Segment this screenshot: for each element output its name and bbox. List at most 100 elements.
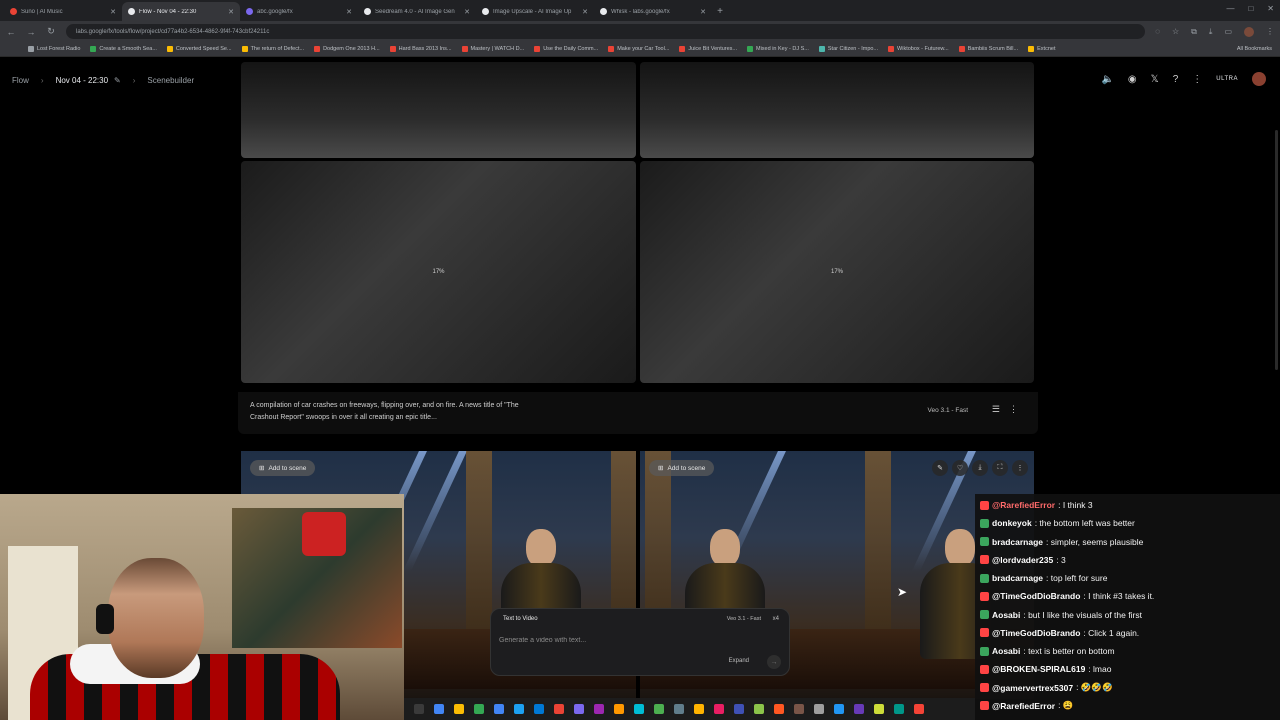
star-icon[interactable]: ☆ xyxy=(1172,27,1179,36)
bookmark-item[interactable]: Juice Bit Ventures... xyxy=(679,46,737,52)
bookmark-item[interactable]: Hard Bass 2013 Ins... xyxy=(389,46,452,52)
bookmark-item[interactable]: Mastery | WATCH D... xyxy=(461,46,524,52)
prompt-input[interactable] xyxy=(499,633,699,647)
taskbar-app-icon[interactable] xyxy=(714,704,724,714)
download-icon[interactable]: ⤓ xyxy=(972,460,988,476)
help-icon[interactable]: ? xyxy=(1173,74,1179,85)
close-tab-icon[interactable]: ✕ xyxy=(700,8,706,16)
close-window-icon[interactable]: ✕ xyxy=(1267,4,1274,13)
browser-tab[interactable]: Suno | AI Music ✕ xyxy=(4,2,122,21)
close-tab-icon[interactable]: ✕ xyxy=(110,8,116,16)
taskbar-app-icon[interactable] xyxy=(854,704,864,714)
prompt-text[interactable]: A compilation of car crashes on freeways… xyxy=(250,400,540,424)
bookmark-item[interactable]: Wiktobox - Futurew... xyxy=(888,46,949,52)
video-tile-generating[interactable]: 17% xyxy=(241,161,636,383)
taskbar-app-icon[interactable] xyxy=(814,704,824,714)
bookmark-item[interactable]: Create a Smooth Sea... xyxy=(90,46,157,52)
taskbar-app-icon[interactable] xyxy=(534,704,544,714)
bookmark-item[interactable]: Extcnet xyxy=(1028,46,1055,52)
breadcrumb-scenebuilder[interactable]: Scenebuilder xyxy=(147,76,194,85)
close-tab-icon[interactable]: ✕ xyxy=(228,8,234,16)
browser-tab[interactable]: Image Upscale - AI Image Up ✕ xyxy=(476,2,594,21)
browser-tab[interactable]: Whisk - labs.google/fx ✕ xyxy=(594,2,712,21)
all-bookmarks-link[interactable]: All Bookmarks xyxy=(1237,46,1272,52)
expand-button[interactable]: Expand xyxy=(729,658,749,664)
x-twitter-icon[interactable]: 𝕏 xyxy=(1151,74,1159,85)
profile-avatar[interactable] xyxy=(1244,26,1254,37)
maximize-icon[interactable]: □ xyxy=(1248,4,1253,13)
bookmark-item[interactable]: Bambiis Scrum Bill... xyxy=(958,46,1018,52)
bookmark-item[interactable]: Dodgem One 2013 H... xyxy=(314,46,380,52)
taskbar-app-icon[interactable] xyxy=(754,704,764,714)
taskbar-app-icon[interactable] xyxy=(734,704,744,714)
taskbar-app-icon[interactable] xyxy=(914,704,924,714)
extensions-icon[interactable]: ⧉ xyxy=(1191,27,1197,37)
back-icon[interactable]: ← xyxy=(6,27,16,37)
edit-pencil-icon[interactable]: ✎ xyxy=(114,76,121,85)
taskbar-app-icon[interactable] xyxy=(874,704,884,714)
taskbar-app-icon[interactable] xyxy=(574,704,584,714)
more-vert-icon[interactable]: ⋮ xyxy=(1192,74,1202,85)
browser-tab[interactable]: Flow - Nov 04 - 22:30 ✕ xyxy=(122,2,240,21)
taskbar-app-icon[interactable] xyxy=(894,704,904,714)
taskbar-app-icon[interactable] xyxy=(694,704,704,714)
scrollbar[interactable] xyxy=(1275,130,1278,370)
tune-icon[interactable]: ☰ xyxy=(992,404,1000,415)
user-avatar[interactable] xyxy=(1252,72,1266,86)
add-to-scene-button[interactable]: ⊞ Add to scene xyxy=(250,460,316,476)
send-arrow-icon[interactable]: → xyxy=(767,655,781,669)
taskbar-app-icon[interactable] xyxy=(434,704,444,714)
taskbar-app-icon[interactable] xyxy=(794,704,804,714)
browser-menu-icon[interactable]: ⋮ xyxy=(1266,27,1274,36)
video-tile[interactable] xyxy=(241,62,636,158)
speaker-icon[interactable]: 🔈 xyxy=(1101,74,1113,85)
model-selector[interactable]: Veo 3.1 - Fast xyxy=(727,616,761,622)
taskbar-app-icon[interactable] xyxy=(634,704,644,714)
download-icon[interactable]: ⤓ xyxy=(1209,27,1213,37)
close-tab-icon[interactable]: ✕ xyxy=(346,8,352,16)
more-vert-icon[interactable]: ⋮ xyxy=(1009,404,1018,415)
taskbar-app-icon[interactable] xyxy=(454,704,464,714)
bookmark-item[interactable]: Mixed in Key - DJ S... xyxy=(747,46,809,52)
url-field[interactable]: labs.google/fx/tools/flow/project/cd77a4… xyxy=(66,24,1146,39)
video-tile[interactable] xyxy=(640,62,1034,158)
taskbar-app-icon[interactable] xyxy=(554,704,564,714)
browser-tab[interactable]: abc.google/fx ✕ xyxy=(240,2,358,21)
heart-icon[interactable]: ♡ xyxy=(952,460,968,476)
bookmark-item[interactable]: Make your Car Tool... xyxy=(608,46,669,52)
taskbar-app-icon[interactable] xyxy=(674,704,684,714)
fullscreen-icon[interactable]: ⛶ xyxy=(992,460,1008,476)
forward-icon[interactable]: → xyxy=(26,27,36,37)
add-to-scene-button[interactable]: ⊞ Add to scene xyxy=(649,460,715,476)
eye-off-icon[interactable]: ◌ xyxy=(1155,27,1160,36)
taskbar-app-icon[interactable] xyxy=(474,704,484,714)
discord-icon[interactable]: ◉ xyxy=(1128,74,1137,85)
breadcrumb-flow[interactable]: Flow xyxy=(12,76,29,85)
taskbar-app-icon[interactable] xyxy=(414,704,424,714)
bookmark-item[interactable]: Converted Speed Se... xyxy=(166,46,232,52)
new-tab-button[interactable]: + xyxy=(712,2,728,21)
taskbar-app-icon[interactable] xyxy=(494,704,504,714)
bookmark-item[interactable]: Lost Forest Radio xyxy=(28,46,80,52)
mode-dropdown[interactable]: Text to Video xyxy=(503,616,538,622)
taskbar-app-icon[interactable] xyxy=(774,704,784,714)
taskbar-app-icon[interactable] xyxy=(594,704,604,714)
more-vert-icon[interactable]: ⋮ xyxy=(1012,460,1028,476)
taskbar-app-icon[interactable] xyxy=(654,704,664,714)
minimize-icon[interactable]: — xyxy=(1226,4,1234,13)
split-icon[interactable]: ▭ xyxy=(1224,27,1232,36)
close-tab-icon[interactable]: ✕ xyxy=(464,8,470,16)
bookmark-item[interactable]: Star Citizen - Impo... xyxy=(818,46,878,52)
taskbar-app-icon[interactable] xyxy=(834,704,844,714)
bookmark-item[interactable]: The return of Defect... xyxy=(241,46,304,52)
bookmark-item[interactable]: Use the Daily Comm... xyxy=(534,46,598,52)
close-tab-icon[interactable]: ✕ xyxy=(582,8,588,16)
reload-icon[interactable]: ↻ xyxy=(46,26,56,37)
breadcrumb-project[interactable]: Nov 04 - 22:30 xyxy=(56,76,108,85)
video-tile-generating[interactable]: 17% xyxy=(640,161,1034,383)
output-count[interactable]: x4 xyxy=(773,616,779,622)
browser-tab[interactable]: Seedream 4.0 - AI Image Gen ✕ xyxy=(358,2,476,21)
edit-icon[interactable]: ✎ xyxy=(932,460,948,476)
taskbar-app-icon[interactable] xyxy=(514,704,524,714)
taskbar-app-icon[interactable] xyxy=(614,704,624,714)
